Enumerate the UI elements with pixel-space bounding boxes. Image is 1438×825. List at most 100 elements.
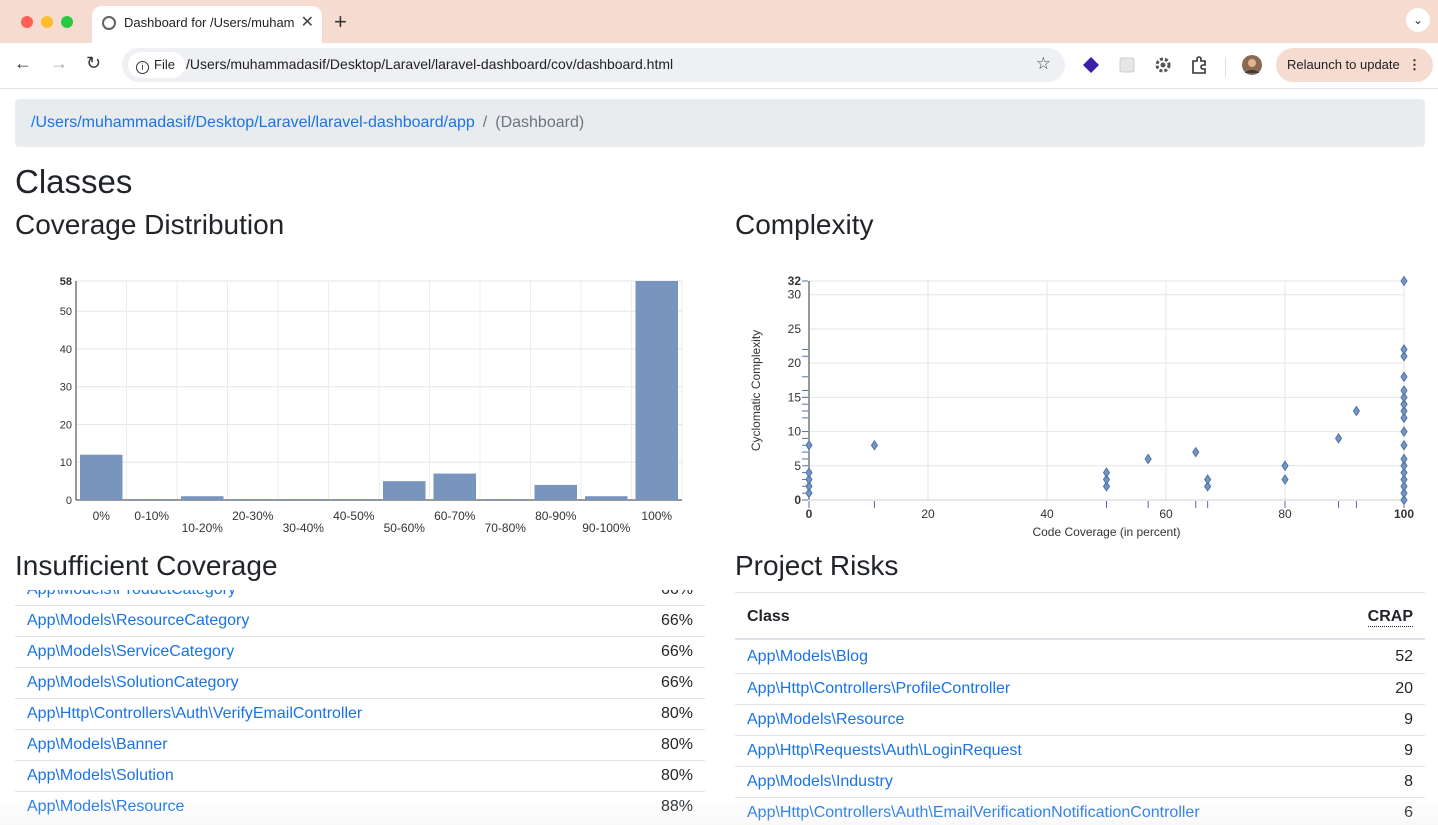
- data-point: [1144, 453, 1152, 465]
- data-point: [1281, 474, 1289, 485]
- class-link[interactable]: App\Models\SolutionCategory: [27, 674, 239, 692]
- y-tick-label: 10: [788, 425, 802, 439]
- y-tick-label: 32: [788, 274, 802, 288]
- relaunch-to-update-button[interactable]: Relaunch to update ⋮: [1276, 48, 1433, 82]
- bookmark-star-icon[interactable]: ☆: [1036, 54, 1051, 74]
- class-link[interactable]: App\Models\Blog: [747, 648, 868, 666]
- bar: [80, 454, 123, 500]
- class-link[interactable]: App\Models\Solution: [27, 767, 174, 785]
- y-tick-label: 0: [794, 493, 801, 507]
- coverage-value: 80%: [660, 767, 693, 784]
- browser-toolbar: ← → ↻ i File /Users/muhammadasif/Desktop/…: [0, 43, 1438, 89]
- site-info-chip[interactable]: i File: [128, 52, 185, 78]
- table-row: App\Models\ProductCategory 66%: [15, 590, 705, 605]
- more-menu-icon[interactable]: ⋮: [1408, 48, 1421, 82]
- new-tab-button[interactable]: +: [334, 9, 347, 35]
- class-link[interactable]: App\Http\Requests\Auth\LoginRequest: [747, 742, 1022, 760]
- x-tick-label: 70-80%: [485, 521, 527, 535]
- crap-value: 52: [1395, 648, 1413, 665]
- x-tick-label: 20-30%: [232, 509, 274, 523]
- x-tick-label: 30-40%: [283, 521, 325, 535]
- x-tick-label: 40: [1040, 507, 1054, 521]
- class-link[interactable]: App\Models\Resource: [747, 711, 904, 729]
- address-bar[interactable]: i File /Users/muhammadasif/Desktop/Larave…: [122, 48, 1065, 82]
- complexity-heading: Complexity: [735, 209, 874, 240]
- crap-value: 20: [1395, 680, 1413, 697]
- url-text[interactable]: /Users/muhammadasif/Desktop/Laravel/lara…: [186, 56, 673, 72]
- class-link[interactable]: App\Models\ServiceCategory: [27, 643, 234, 661]
- extension-gear-icon[interactable]: [1153, 55, 1173, 75]
- bar: [534, 484, 577, 500]
- table-row: App\Models\Resource 88%: [15, 791, 705, 822]
- tab-title: Dashboard for /Users/muhammadasif/Deskto…: [124, 15, 294, 30]
- y-tick-label: 10: [60, 457, 72, 469]
- y-tick-label: 20: [788, 356, 802, 370]
- crap-value: 6: [1404, 804, 1413, 821]
- y-tick-label: 30: [60, 382, 72, 394]
- table-header: Class CRAP: [735, 592, 1425, 640]
- table-row: App\Models\Blog 52: [735, 642, 1425, 673]
- class-link[interactable]: App\Http\Controllers\Auth\EmailVerificat…: [747, 804, 1200, 822]
- data-point: [805, 467, 813, 479]
- y-tick-label: 0: [66, 495, 72, 507]
- table-row: App\Models\Industry 8: [735, 766, 1425, 797]
- x-tick-label: 0: [806, 507, 813, 521]
- extension-diamond-icon[interactable]: [1081, 55, 1101, 75]
- column-header-class: Class: [747, 608, 790, 625]
- close-window-button[interactable]: [21, 16, 33, 28]
- class-link[interactable]: App\Models\ProductCategory: [27, 590, 236, 599]
- class-link[interactable]: App\Models\Resource: [27, 798, 184, 816]
- y-tick-label: 5: [794, 459, 801, 473]
- breadcrumb-current: (Dashboard): [495, 114, 585, 131]
- table-row: App\Models\SolutionCategory 66%: [15, 667, 705, 698]
- browser-tab[interactable]: Dashboard for /Users/muhammadasif/Deskto…: [92, 6, 322, 43]
- table-row: App\Models\Banner 80%: [15, 729, 705, 760]
- class-link[interactable]: App\Models\Industry: [747, 773, 893, 791]
- bar: [130, 499, 173, 500]
- data-point: [1400, 344, 1408, 355]
- bar: [433, 473, 476, 500]
- data-point: [1400, 439, 1408, 451]
- y-tick-label: 25: [788, 322, 802, 336]
- class-link[interactable]: App\Http\Controllers\Auth\VerifyEmailCon…: [27, 705, 362, 723]
- coverage-value: 66%: [660, 612, 693, 629]
- project-risks-table[interactable]: Class CRAP App\Models\Blog 52 App\Http\C…: [735, 592, 1425, 825]
- coverage-value: 66%: [660, 674, 693, 691]
- page-title: Classes: [15, 163, 133, 200]
- bar: [332, 499, 375, 500]
- table-row: App\Http\Controllers\ProfileController 2…: [735, 673, 1425, 704]
- maximize-window-button[interactable]: [61, 16, 73, 28]
- extension-grid-icon[interactable]: [1117, 55, 1137, 75]
- coverage-value: 80%: [660, 705, 693, 722]
- x-tick-label: 80-90%: [535, 509, 577, 523]
- class-link[interactable]: App\Http\Controllers\ProfileController: [747, 680, 1010, 698]
- coverage-value: 66%: [660, 643, 693, 660]
- class-link[interactable]: App\Models\ResourceCategory: [27, 612, 249, 630]
- profile-avatar[interactable]: [1242, 55, 1262, 75]
- x-tick-label: 40-50%: [333, 509, 375, 523]
- bar: [635, 281, 678, 500]
- bar: [484, 499, 527, 500]
- minimize-window-button[interactable]: [41, 16, 53, 28]
- x-tick-label: 60: [1159, 507, 1173, 521]
- x-tick-label: 10-20%: [182, 521, 224, 535]
- bar: [282, 499, 325, 500]
- crap-value: 9: [1404, 742, 1413, 759]
- toolbar-divider: [1225, 57, 1226, 77]
- x-tick-label: 90-100%: [582, 521, 630, 535]
- close-tab-icon[interactable]: ✕: [301, 12, 314, 32]
- reload-icon[interactable]: ↻: [86, 53, 101, 74]
- insufficient-coverage-table[interactable]: App\Models\ProductCategory 66% App\Model…: [15, 590, 705, 825]
- globe-icon: [102, 16, 116, 30]
- back-arrow-icon[interactable]: ←: [14, 53, 32, 74]
- breadcrumb-separator: /: [482, 114, 488, 131]
- browser-tab-bar: Dashboard for /Users/muhammadasif/Deskto…: [0, 0, 1438, 43]
- coverage-distribution-chart: 0 10 20 30 40 50 58 0% 0-10% 10-20% 20-30% 30-40% 40…: [60, 276, 683, 535]
- tab-search-chevron-icon[interactable]: ⌄: [1406, 8, 1430, 32]
- extensions-puzzle-icon[interactable]: [1189, 55, 1209, 75]
- y-tick-label: 50: [60, 306, 72, 318]
- class-link[interactable]: App\Models\Banner: [27, 736, 168, 754]
- x-tick-label: 0%: [93, 509, 111, 523]
- forward-arrow-icon[interactable]: →: [50, 53, 68, 74]
- breadcrumb-path-link[interactable]: /Users/muhammadasif/Desktop/Laravel/lara…: [31, 114, 475, 131]
